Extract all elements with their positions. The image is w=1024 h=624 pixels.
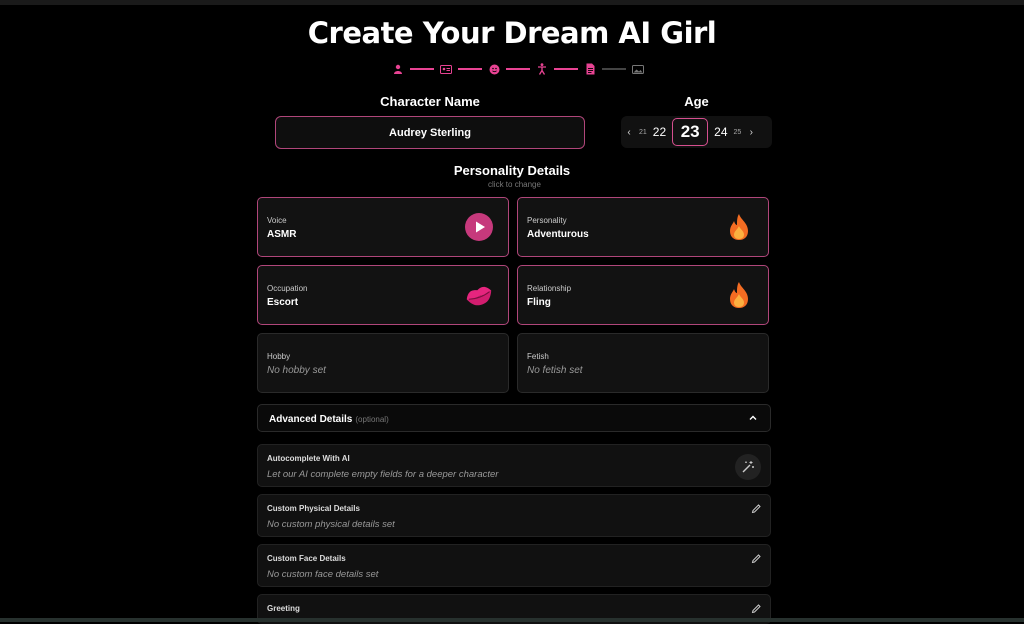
kiss-lips-icon [466,286,492,306]
voice-card[interactable]: Voice ASMR [257,197,509,257]
row-value: No custom physical details set [267,519,395,530]
personality-card[interactable]: Personality Adventurous [517,197,769,257]
pencil-icon[interactable] [751,553,762,564]
card-label: Relationship [527,284,572,293]
age-option[interactable]: 21 [639,129,647,136]
age-option[interactable]: 22 [653,125,666,139]
card-value: No fetish set [527,365,583,376]
autocomplete-ai-row[interactable]: Autocomplete With AI Let our AI complete… [257,444,771,487]
row-value: Let our AI complete empty fields for a d… [267,469,499,480]
character-name-input[interactable]: Audrey Sterling [275,116,585,149]
card-label: Fetish [527,352,549,361]
card-value: Fling [527,297,551,308]
optional-tag: (optional) [355,415,389,424]
id-card-icon[interactable] [440,63,452,75]
age-option[interactable]: 24 [714,125,727,139]
pencil-icon[interactable] [751,603,762,614]
card-label: Hobby [267,352,291,361]
row-label: Custom Physical Details [267,504,360,513]
age-option[interactable]: 25 [734,129,742,136]
card-value: No hobby set [267,365,326,376]
personality-details-title: Personality Details [453,163,571,178]
row-value: No custom face details set [267,569,379,580]
fetish-card[interactable]: Fetish No fetish set [517,333,769,393]
advanced-details-toggle[interactable]: Advanced Details (optional) [257,404,771,432]
card-label: Voice [267,216,287,225]
occupation-card[interactable]: Occupation Escort [257,265,509,325]
age-label: Age [684,94,709,109]
smiley-icon[interactable] [488,63,500,75]
card-label: Personality [527,216,567,225]
person-icon[interactable] [392,63,404,75]
row-label: Autocomplete With AI [267,454,350,463]
bottom-bar [0,618,1024,622]
step-connector [410,68,434,70]
magic-wand-icon[interactable] [735,454,761,480]
step-connector [506,68,530,70]
card-value: Escort [267,297,299,308]
pencil-icon[interactable] [751,503,762,514]
body-icon[interactable] [536,63,548,75]
advanced-details-title: Advanced Details (optional) [269,414,389,425]
custom-face-row[interactable]: Custom Face Details No custom face detai… [257,544,771,587]
personality-details-subtitle: click to change [488,180,541,189]
step-connector [458,68,482,70]
top-bar [0,0,1024,5]
progress-steps [392,62,644,76]
advanced-title-text: Advanced Details [269,414,353,425]
row-label: Custom Face Details [267,554,346,563]
card-label: Occupation [267,284,308,293]
character-name-label: Character Name [380,94,480,109]
fire-icon [730,282,748,308]
chevron-right-icon[interactable]: › [743,127,759,138]
page-title: Create Your Dream AI Girl [307,16,717,50]
document-icon[interactable] [584,63,596,75]
image-icon[interactable] [632,63,644,75]
hobby-card[interactable]: Hobby No hobby set [257,333,509,393]
fire-icon [730,214,748,240]
age-selector: ‹ 21 22 23 24 25 › [621,116,772,148]
chevron-up-icon[interactable] [748,413,758,423]
play-icon[interactable] [464,212,494,242]
chevron-left-icon[interactable]: ‹ [621,127,637,138]
step-connector [602,68,626,70]
step-connector [554,68,578,70]
card-value: Adventurous [527,229,589,240]
age-selected[interactable]: 23 [672,118,709,146]
custom-physical-row[interactable]: Custom Physical Details No custom physic… [257,494,771,537]
relationship-card[interactable]: Relationship Fling [517,265,769,325]
card-value: ASMR [267,229,297,240]
row-label: Greeting [267,604,300,613]
